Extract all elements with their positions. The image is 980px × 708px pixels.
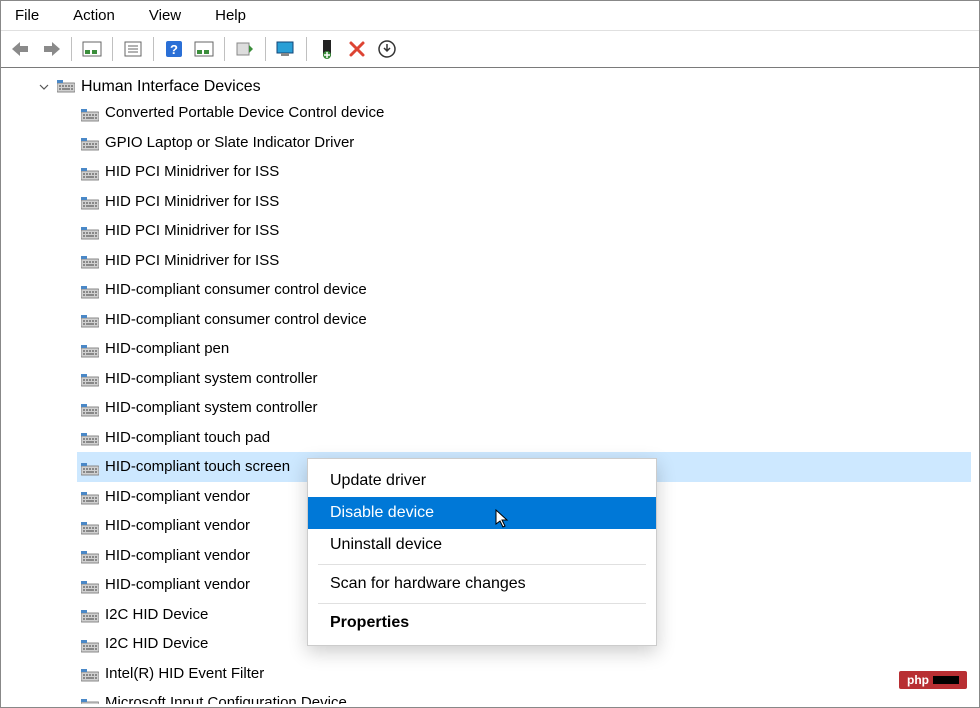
tree-node[interactable]: HID-compliant touch pad <box>77 423 971 453</box>
tree-node-label: I2C HID Device <box>105 602 208 628</box>
device-icon <box>81 106 99 120</box>
context-scan-hardware[interactable]: Scan for hardware changes <box>308 568 656 600</box>
toolbar-separator <box>306 37 307 61</box>
properties-button[interactable] <box>119 35 147 63</box>
context-menu: Update driver Disable device Uninstall d… <box>307 458 657 646</box>
tree-node-label: HID-compliant vendor <box>105 513 250 539</box>
context-separator <box>318 603 646 604</box>
tree-node-label: HID-compliant system controller <box>105 395 318 421</box>
toolbar-separator <box>112 37 113 61</box>
device-icon <box>81 607 99 621</box>
device-icon <box>81 637 99 651</box>
tree-node[interactable]: Intel(R) HID Event Filter <box>77 659 971 689</box>
device-icon <box>81 283 99 297</box>
uninstall-device-button[interactable] <box>373 35 401 63</box>
tree-node[interactable]: HID PCI Minidriver for ISS <box>77 187 971 217</box>
svg-text:?: ? <box>170 42 178 57</box>
tree-node[interactable]: HID-compliant pen <box>77 334 971 364</box>
menu-file[interactable]: File <box>9 5 45 26</box>
tree-node-label: HID PCI Minidriver for ISS <box>105 189 279 215</box>
device-icon <box>81 578 99 592</box>
tree-node-label: HID-compliant vendor <box>105 543 250 569</box>
tree-node[interactable]: Microsoft Input Configuration Device <box>77 688 971 704</box>
device-icon <box>81 312 99 326</box>
toolbar-separator <box>265 37 266 61</box>
device-icon <box>81 519 99 533</box>
tree-node-label: HID-compliant vendor <box>105 484 250 510</box>
hid-category-icon <box>57 80 75 94</box>
tree-node[interactable]: HID PCI Minidriver for ISS <box>77 216 971 246</box>
tree-node-label: HID-compliant touch screen <box>105 454 290 480</box>
help-button[interactable]: ? <box>160 35 188 63</box>
tree-node-label: HID PCI Minidriver for ISS <box>105 218 279 244</box>
device-icon <box>81 430 99 444</box>
tree-node-label: Intel(R) HID Event Filter <box>105 661 264 687</box>
tree-node-label: HID-compliant system controller <box>105 366 318 392</box>
device-icon <box>81 224 99 238</box>
toolbar-separator <box>153 37 154 61</box>
context-properties[interactable]: Properties <box>308 607 656 639</box>
device-icon <box>81 165 99 179</box>
menu-help[interactable]: Help <box>209 5 252 26</box>
device-icon <box>81 666 99 680</box>
back-button[interactable] <box>7 35 35 63</box>
tree-node[interactable]: HID PCI Minidriver for ISS <box>77 246 971 276</box>
toolbar-separator <box>224 37 225 61</box>
device-icon <box>81 460 99 474</box>
toolbar: ? <box>1 31 979 68</box>
tree-node-label: I2C HID Device <box>105 631 208 657</box>
device-icon <box>81 135 99 149</box>
tree-node-label: HID-compliant consumer control device <box>105 307 367 333</box>
tree-node-label: HID-compliant vendor <box>105 572 250 598</box>
menubar: File Action View Help <box>1 1 979 31</box>
tree-node-label: HID-compliant touch pad <box>105 425 270 451</box>
tree-category-label: Human Interface Devices <box>81 78 261 96</box>
tree-category-hid[interactable]: Human Interface Devices <box>37 76 971 98</box>
device-icon <box>81 253 99 267</box>
tree-node-label: HID-compliant pen <box>105 336 229 362</box>
tree-node[interactable]: Converted Portable Device Control device <box>77 98 971 128</box>
context-uninstall-device[interactable]: Uninstall device <box>308 529 656 561</box>
tree-node[interactable]: HID-compliant system controller <box>77 364 971 394</box>
device-icon <box>81 696 99 704</box>
tree-node-label: Microsoft Input Configuration Device <box>105 690 347 704</box>
disable-device-button[interactable] <box>343 35 371 63</box>
tree-node-label: HID-compliant consumer control device <box>105 277 367 303</box>
context-separator <box>318 564 646 565</box>
show-hide-console-tree-button[interactable] <box>78 35 106 63</box>
device-icon <box>81 371 99 385</box>
tree-node[interactable]: HID PCI Minidriver for ISS <box>77 157 971 187</box>
chevron-down-icon[interactable] <box>37 80 51 94</box>
tree-node-label: HID PCI Minidriver for ISS <box>105 248 279 274</box>
tree-node[interactable]: HID-compliant consumer control device <box>77 275 971 305</box>
update-driver-button[interactable] <box>231 35 259 63</box>
device-icon <box>81 194 99 208</box>
context-disable-device[interactable]: Disable device <box>308 497 656 529</box>
tree-node-label: Converted Portable Device Control device <box>105 100 384 126</box>
menu-action[interactable]: Action <box>67 5 121 26</box>
tree-node-label: HID PCI Minidriver for ISS <box>105 159 279 185</box>
device-icon <box>81 489 99 503</box>
tree-node[interactable]: GPIO Laptop or Slate Indicator Driver <box>77 128 971 158</box>
toolbar-separator <box>71 37 72 61</box>
action-list-button[interactable] <box>190 35 218 63</box>
context-update-driver[interactable]: Update driver <box>308 465 656 497</box>
watermark-badge: php <box>899 671 967 689</box>
enable-device-button[interactable] <box>313 35 341 63</box>
forward-button[interactable] <box>37 35 65 63</box>
scan-hardware-button[interactable] <box>272 35 300 63</box>
watermark-block <box>933 676 959 684</box>
device-icon <box>81 401 99 415</box>
tree-node[interactable]: HID-compliant consumer control device <box>77 305 971 335</box>
tree-node-label: GPIO Laptop or Slate Indicator Driver <box>105 130 354 156</box>
device-icon <box>81 342 99 356</box>
menu-view[interactable]: View <box>143 5 187 26</box>
device-icon <box>81 548 99 562</box>
watermark-text: php <box>907 673 929 687</box>
tree-node[interactable]: HID-compliant system controller <box>77 393 971 423</box>
